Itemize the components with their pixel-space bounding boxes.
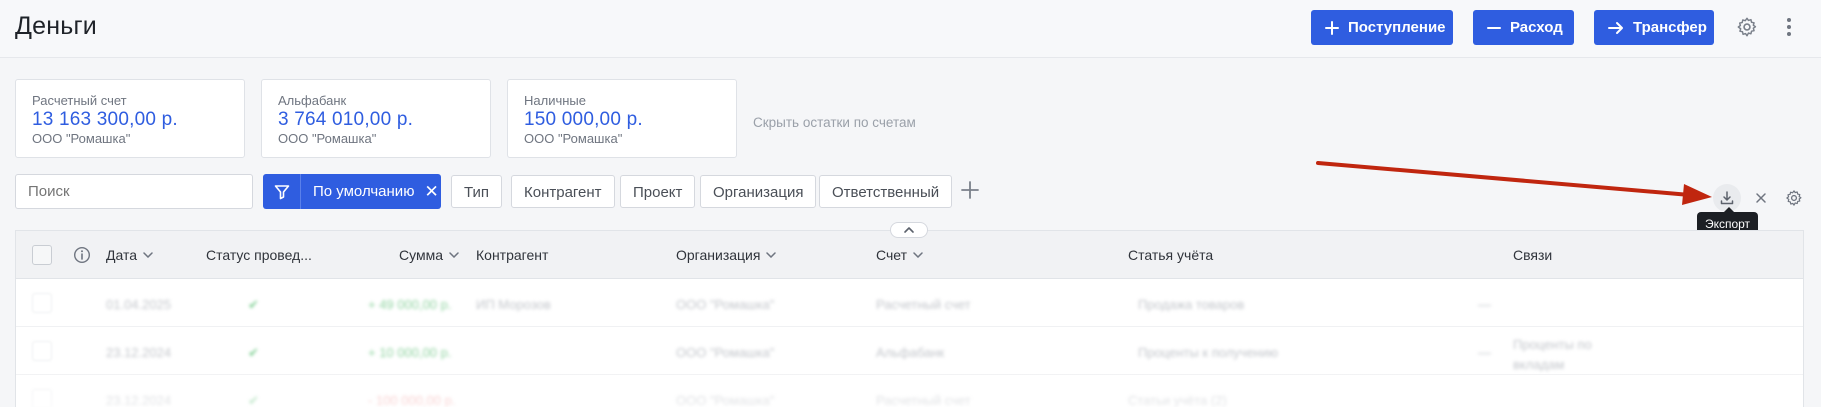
filter-bar: По умолчанию ✕ Тип Контрагент Проект Орг… [15, 174, 1815, 210]
cell-date: 01.04.2025 [106, 297, 172, 312]
row-checkbox[interactable] [32, 389, 52, 407]
info-icon[interactable] [73, 246, 91, 269]
cell-amount: - 100 000,00 р. [368, 393, 456, 407]
account-balance: 150 000,00 р. [524, 109, 643, 130]
account-org: ООО "Ромашка" [32, 131, 131, 146]
column-account-label: Счет [876, 247, 907, 263]
cell-account: Альфабанк [876, 345, 945, 360]
top-bar: Деньги Поступление Расход Трансфер [0, 0, 1821, 58]
hide-balances-link[interactable]: Скрыть остатки по счетам [753, 115, 916, 130]
column-amount-label: Сумма [399, 247, 443, 263]
add-filter-icon[interactable] [959, 179, 981, 206]
account-card[interactable]: Наличные 150 000,00 р. ООО "Ромашка" [507, 79, 737, 158]
account-org: ООО "Ромашка" [524, 131, 623, 146]
column-category[interactable]: Статья учёта [1128, 247, 1213, 263]
more-vertical-icon[interactable] [1780, 13, 1798, 41]
account-card[interactable]: Альфабанк 3 764 010,00 р. ООО "Ромашка" [261, 79, 491, 158]
table-row[interactable]: 23.12.2024 ✔ + 10 000,00 р. ООО "Ромашка… [16, 327, 1803, 375]
column-amount[interactable]: Сумма [399, 247, 459, 263]
cell-organization: ООО "Ромашка" [676, 297, 775, 312]
expense-button[interactable]: Расход [1473, 10, 1574, 45]
column-account[interactable]: Счет [876, 247, 923, 263]
account-balance: 3 764 010,00 р. [278, 109, 414, 130]
status-check-icon: ✔ [248, 345, 259, 360]
cell-account: Расчетный счет [876, 297, 971, 312]
account-balance: 13 163 300,00 р. [32, 109, 178, 130]
filter-chip-project[interactable]: Проект [620, 175, 696, 208]
select-all-checkbox[interactable] [32, 245, 52, 265]
transactions-table: Дата Статус провед... Сумма Контрагент О… [15, 230, 1804, 407]
income-button[interactable]: Поступление [1311, 10, 1453, 45]
collapse-toggle[interactable] [890, 222, 928, 238]
plus-icon [1325, 19, 1339, 37]
account-name: Альфабанк [278, 93, 347, 108]
settings-icon[interactable] [1733, 13, 1761, 41]
page-title: Деньги [15, 12, 97, 40]
column-date[interactable]: Дата [106, 247, 153, 263]
table-row[interactable]: 01.04.2025 ✔ + 49 000,00 р. ИП Морозов О… [16, 279, 1803, 327]
search-input[interactable] [15, 174, 253, 209]
filter-chip-responsible[interactable]: Ответственный [819, 175, 953, 208]
transfer-button-label: Трансфер [1633, 19, 1707, 36]
cell-marker: — [1478, 297, 1491, 312]
column-counterparty[interactable]: Контрагент [476, 247, 548, 263]
close-icon[interactable]: ✕ [424, 182, 438, 202]
cell-amount: + 49 000,00 р. [368, 297, 452, 312]
collapse-all-icon[interactable] [1750, 186, 1772, 210]
column-date-label: Дата [106, 247, 138, 263]
cell-date: 23.12.2024 [106, 345, 172, 360]
arrow-right-icon [1608, 19, 1624, 37]
chevron-down-icon [143, 252, 153, 258]
column-status[interactable]: Статус провед... [206, 247, 312, 263]
cell-category: Статьи учёта (2) [1128, 393, 1227, 407]
filter-chip-counterparty[interactable]: Контрагент [511, 175, 615, 208]
active-filter-label: По умолчанию [313, 183, 415, 200]
row-checkbox[interactable] [32, 293, 52, 313]
income-button-label: Поступление [1348, 19, 1446, 36]
column-organization-label: Организация [676, 247, 761, 263]
cell-category: Продажа товаров [1138, 297, 1245, 312]
cell-links: Проценты по вкладам [1513, 337, 1592, 372]
chevron-down-icon [766, 252, 777, 258]
cell-organization: ООО "Ромашка" [676, 345, 775, 360]
chevron-down-icon [449, 252, 459, 258]
table-header: Дата Статус провед... Сумма Контрагент О… [16, 231, 1803, 279]
active-filter-chip[interactable]: По умолчанию ✕ [263, 174, 441, 209]
cell-counterparty: ИП Морозов [476, 297, 551, 312]
filter-chip-type[interactable]: Тип [451, 175, 503, 208]
chevron-down-icon [913, 252, 923, 258]
account-org: ООО "Ромашка" [278, 131, 377, 146]
cell-amount: + 10 000,00 р. [368, 345, 452, 360]
table-row[interactable]: 23.12.2024 ✔ - 100 000,00 р. ООО "Ромашк… [16, 375, 1803, 407]
filter-chip-organization[interactable]: Организация [700, 175, 817, 208]
row-checkbox[interactable] [32, 341, 52, 361]
status-check-icon: ✔ [248, 297, 259, 312]
minus-icon [1487, 19, 1501, 37]
column-organization[interactable]: Организация [676, 247, 777, 263]
cell-marker: — [1478, 345, 1491, 360]
account-name: Расчетный счет [32, 93, 127, 108]
account-name: Наличные [524, 93, 586, 108]
chevron-up-icon [904, 227, 914, 233]
cell-category: Проценты к получению [1138, 345, 1278, 360]
expense-button-label: Расход [1510, 19, 1563, 36]
cell-date: 23.12.2024 [106, 393, 172, 407]
column-links[interactable]: Связи [1513, 247, 1552, 263]
cell-organization: ООО "Ромашка" [676, 393, 775, 407]
account-card[interactable]: Расчетный счет 13 163 300,00 р. ООО "Ром… [15, 79, 245, 158]
cell-account: Расчетный счет [876, 393, 971, 407]
status-check-icon: ✔ [248, 393, 259, 407]
filter-icon [263, 174, 301, 209]
transfer-button[interactable]: Трансфер [1594, 10, 1714, 45]
table-settings-icon[interactable] [1782, 186, 1806, 210]
